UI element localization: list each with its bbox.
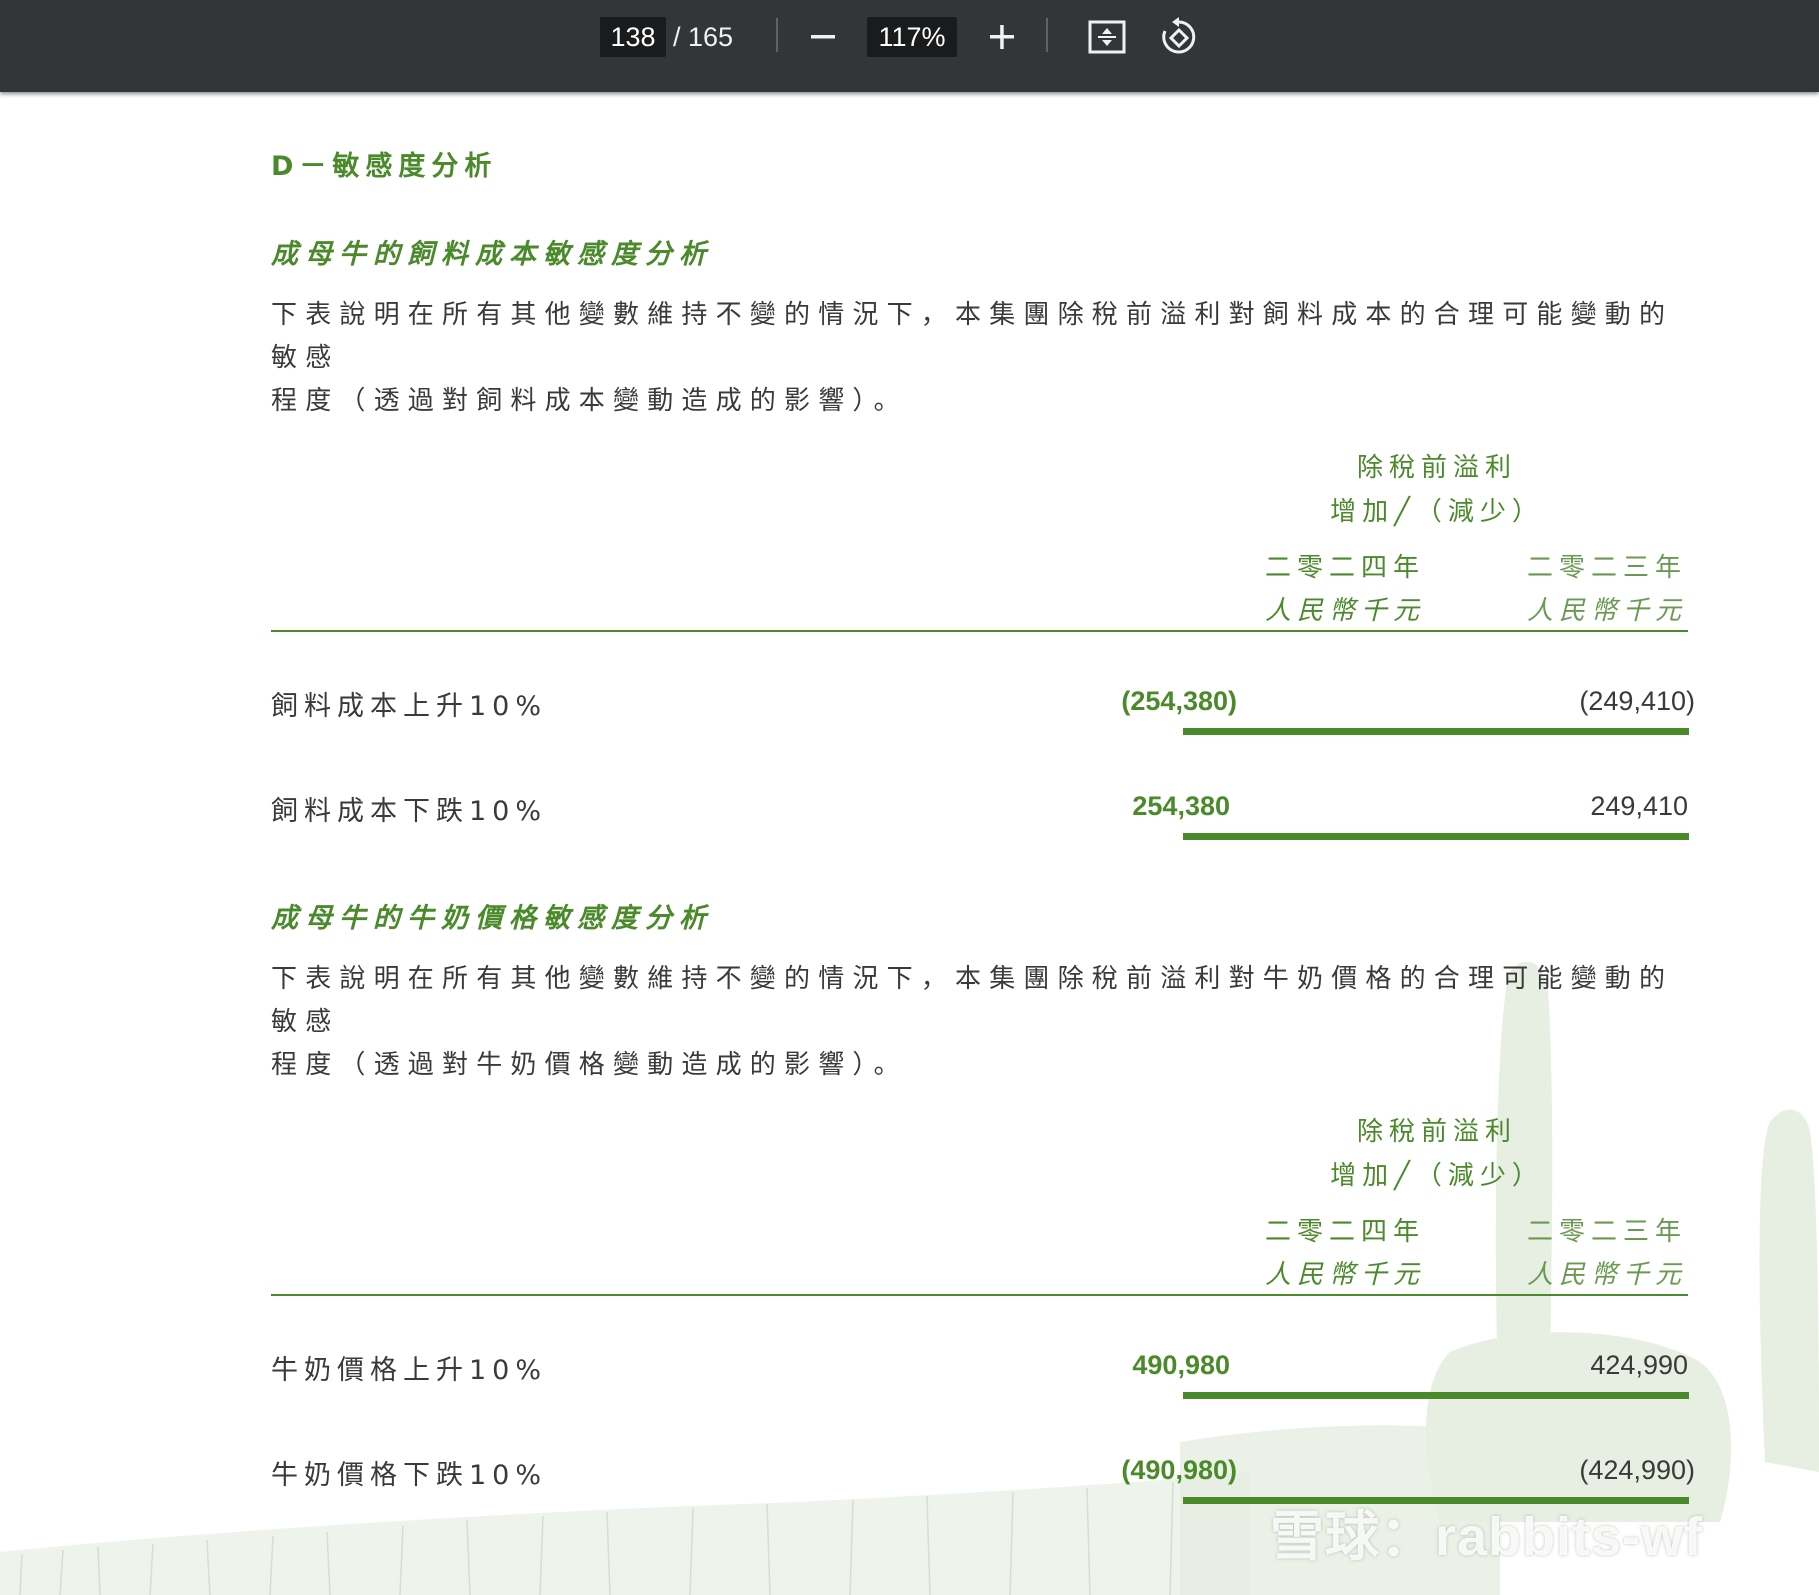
fit-page-icon (1088, 20, 1126, 54)
value-2023: (249,410) (1579, 686, 1695, 716)
fit-page-button[interactable] (1084, 14, 1130, 60)
value-2023: 424,990 (1590, 1350, 1688, 1380)
column-header-2024-unit: 人民幣千元 (1264, 1260, 1425, 1290)
table-header-rule (271, 630, 1688, 632)
table-header-change: 增加╱（減少） (1330, 1161, 1544, 1191)
pdf-toolbar: 138 / 165 117% (0, 0, 1819, 92)
table-row-label: 飼料成本上升10% (271, 691, 548, 722)
feed-cost-subtitle: 成母牛的飼料成本敏感度分析 (271, 239, 713, 270)
feed-cost-description: 下表說明在所有其他變數維持不變的情況下，本集團除稅前溢利對飼料成本的合理可能變動… (271, 294, 1691, 423)
value-2024: (490,980) (1121, 1455, 1237, 1485)
value-2024: (254,380) (1121, 686, 1237, 716)
column-header-2023-year: 二零二三年 (1526, 553, 1687, 583)
rotate-icon (1162, 17, 1196, 54)
rotate-button[interactable] (1156, 14, 1202, 60)
watermark: 雪球：rabbits-wf (1270, 1507, 1704, 1567)
column-header-2023-unit: 人民幣千元 (1526, 596, 1687, 626)
section-title: D－敏感度分析 (271, 151, 498, 182)
column-header-2023-year: 二零二三年 (1526, 1217, 1687, 1247)
toolbar-divider (776, 18, 778, 52)
table-header-profit: 除稅前溢利 (1356, 1117, 1517, 1147)
value-2024: 490,980 (1132, 1350, 1230, 1380)
row-rule (1183, 833, 1689, 840)
page-number-input[interactable]: 138 (600, 17, 666, 57)
value-2023: (424,990) (1579, 1455, 1695, 1485)
plus-icon (990, 25, 1014, 49)
paragraph-line: 下表說明在所有其他變數維持不變的情況下，本集團除稅前溢利對牛奶價格的合理可能變動… (271, 964, 1674, 1037)
column-header-2024-unit: 人民幣千元 (1264, 596, 1425, 626)
zoom-in-button[interactable] (979, 14, 1025, 60)
column-header-2024-year: 二零二四年 (1264, 1217, 1425, 1247)
milk-price-description: 下表說明在所有其他變數維持不變的情況下，本集團除稅前溢利對牛奶價格的合理可能變動… (271, 958, 1691, 1087)
table-row-label: 飼料成本下跌10% (271, 796, 548, 827)
value-2023: 249,410 (1590, 791, 1688, 821)
zoom-level-input[interactable]: 117% (867, 17, 957, 57)
paragraph-line: 程度（透過對牛奶價格變動造成的影響）。 (271, 1050, 908, 1080)
row-rule (1183, 728, 1689, 735)
table-header-profit: 除稅前溢利 (1356, 453, 1517, 483)
page-total: / 165 (673, 22, 734, 52)
table-row-label: 牛奶價格上升10% (271, 1355, 548, 1386)
row-rule (1183, 1392, 1689, 1399)
table-row-label: 牛奶價格下跌10% (271, 1460, 548, 1491)
paragraph-line: 程度（透過對飼料成本變動造成的影響）。 (271, 386, 908, 416)
value-2024: 254,380 (1132, 791, 1230, 821)
zoom-out-button[interactable] (800, 14, 846, 60)
table-header-change: 增加╱（減少） (1330, 497, 1544, 527)
column-header-2024-year: 二零二四年 (1264, 553, 1425, 583)
pdf-page: D－敏感度分析 成母牛的飼料成本敏感度分析 下表說明在所有其他變數維持不變的情況… (0, 92, 1819, 1595)
milk-price-subtitle: 成母牛的牛奶價格敏感度分析 (271, 903, 713, 934)
table-header-rule (271, 1294, 1688, 1296)
paragraph-line: 下表說明在所有其他變數維持不變的情況下，本集團除稅前溢利對飼料成本的合理可能變動… (271, 300, 1674, 373)
minus-icon (811, 35, 835, 39)
toolbar-divider (1046, 18, 1048, 52)
column-header-2023-unit: 人民幣千元 (1526, 1260, 1687, 1290)
